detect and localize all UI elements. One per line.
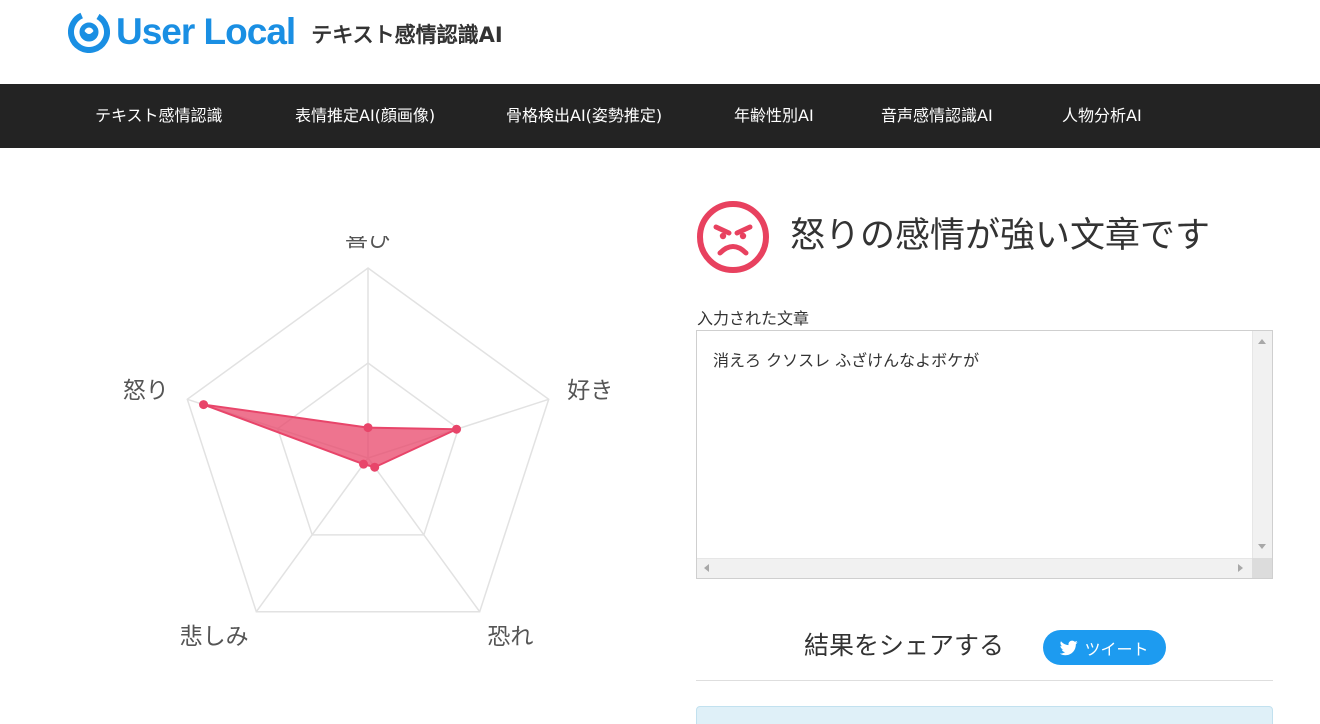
radar-point-joy: [363, 423, 373, 433]
brand-name: User Local: [116, 11, 296, 52]
radar-label-like: 好き: [567, 378, 613, 404]
main-nav: テキスト感情認識 表情推定AI(顔画像) 骨格検出AI(姿勢推定) 年齢性別AI…: [0, 84, 1320, 148]
tweet-button[interactable]: ツイート: [1043, 630, 1166, 665]
share-label: 結果をシェアする: [804, 631, 1005, 660]
input-label: 入力された文章: [697, 309, 810, 328]
divider: [696, 680, 1273, 681]
twitter-bird-icon: [1060, 640, 1079, 655]
radar-label-joy: 喜び: [345, 236, 391, 252]
nav-item-voice-emotion[interactable]: 音声感情認識AI: [881, 84, 993, 148]
nav-item-facial-expression[interactable]: 表情推定AI(顔画像): [295, 84, 435, 148]
scroll-right-icon[interactable]: [1238, 564, 1243, 572]
product-name: テキスト感情認識AI: [311, 23, 503, 47]
horizontal-scrollbar[interactable]: [697, 558, 1253, 578]
radar-point-sadness: [359, 459, 369, 469]
radar-data-area: [202, 403, 458, 469]
scroll-up-icon[interactable]: [1258, 339, 1266, 344]
angry-face-icon: [697, 201, 769, 273]
scroll-corner: [1252, 558, 1272, 578]
radar-label-anger: 怒り: [123, 378, 169, 404]
radar-label-sadness: 悲しみ: [180, 624, 249, 650]
result-title: 怒りの感情が強い文章です: [790, 216, 1211, 256]
nav-item-age-gender[interactable]: 年齢性別AI: [734, 84, 814, 148]
radar-point-like: [452, 424, 462, 434]
scroll-left-icon[interactable]: [704, 564, 709, 572]
nav-item-text-emotion[interactable]: テキスト感情認識: [95, 84, 223, 148]
input-textarea[interactable]: 消えろ クソスレ ふざけんなよボケが: [696, 330, 1273, 579]
scroll-down-icon[interactable]: [1258, 544, 1266, 549]
vertical-scrollbar[interactable]: [1252, 331, 1272, 559]
info-box: [696, 706, 1273, 724]
radar-label-fear: 恐れ: [487, 624, 533, 650]
nav-item-pose-estimation[interactable]: 骨格検出AI(姿勢推定): [506, 84, 662, 148]
site-header: User Local テキスト感情認識AI: [0, 0, 1320, 84]
radar-point-fear: [370, 462, 380, 472]
emotion-radar-chart: 喜び好き恐れ 悲しみ 怒り: [123, 236, 613, 650]
logo[interactable]: User Local テキスト感情認識AI: [68, 8, 503, 56]
user-local-logo-icon: [68, 11, 110, 53]
input-text: 消えろ クソスレ ふざけんなよボケが: [713, 351, 980, 370]
radar-point-anger: [199, 400, 209, 410]
tweet-button-label: ツイート: [1084, 639, 1149, 659]
nav-item-person-analysis[interactable]: 人物分析AI: [1062, 84, 1142, 148]
